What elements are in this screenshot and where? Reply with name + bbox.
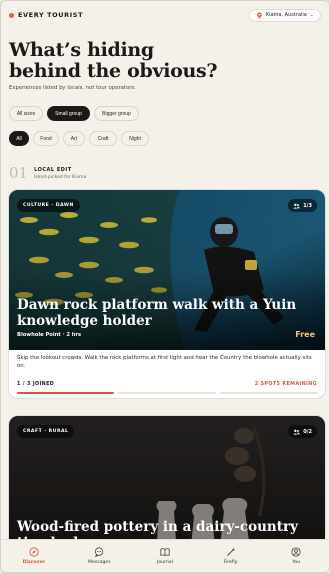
top-bar: EVERY TOURIST Kiama, Australia ⌄ [9,8,321,22]
nav-you[interactable]: You [271,547,321,565]
experience-card[interactable]: CRAFT · RURAL 0/2 Wood-fired pottery in … [8,415,326,555]
booking-status: 1 / 3 JOINED 2 SPOTS REMAINING [17,382,317,387]
wand-icon [226,547,235,556]
chevron-down-icon: ⌄ [309,12,314,18]
chat-icon [95,547,104,557]
spots-remaining: 2 SPOTS REMAINING [254,382,317,387]
brand-dot-icon [9,12,14,18]
headline-line-2: behind the obvious? [9,59,218,82]
section-subtitle: Hand-picked for Kiama [34,174,87,180]
location-selector[interactable]: Kiama, Australia ⌄ [248,8,321,22]
category-filter: All Food Art Craft Night [9,131,149,146]
section-text: LOCAL EDIT Hand-picked for Kiama [34,167,86,180]
category-tag: CULTURE · DAWN [17,199,80,212]
nav-journal[interactable]: Journal [140,547,190,565]
group-count-value: 0/2 [303,428,312,435]
bottom-nav: Discover Messages Journal Firefly You [1,539,329,572]
nav-label: Messages [88,560,111,565]
location-label: Kiama, Australia [265,12,307,18]
filter-craft[interactable]: Craft [89,131,117,146]
filter-bigger-group[interactable]: Bigger group [94,106,139,121]
brand-name: EVERY TOURIST [18,11,84,19]
filter-night[interactable]: Night [121,131,149,146]
experience-title[interactable]: Dawn rock platform walk with a Yuin know… [17,297,307,329]
nav-firefly[interactable]: Firefly [206,547,256,565]
experience-card[interactable]: CULTURE · DAWN 1/3 Dawn rock platform wa… [8,189,326,399]
section-number: 01 [9,164,29,182]
nav-messages[interactable]: Messages [74,547,124,565]
page-subhead: Experiences listed by locals, not tour o… [9,85,136,91]
location-pin-icon [257,11,262,19]
book-icon [160,548,170,556]
progress-segment [17,392,115,394]
nav-discover[interactable]: Discover [9,547,59,565]
nav-label: Journal [157,560,173,565]
nav-label: Discover [22,560,45,565]
group-count-badge: 1/3 [288,199,317,212]
experience-meta: Blowhole Point · 2 hrs [17,332,82,338]
filter-small-group[interactable]: Small group [47,106,90,121]
brand[interactable]: EVERY TOURIST [9,11,83,19]
people-icon [293,203,300,209]
nav-label: You [292,560,301,565]
group-count-value: 1/3 [303,202,312,209]
experience-price: Free [295,330,315,339]
compass-icon [29,547,39,557]
experience-description: Skip the lookout crowds. Walk the rock p… [17,355,312,370]
category-tag: CRAFT · RURAL [17,425,75,438]
section-title: LOCAL EDIT [34,166,72,173]
app-frame: EVERY TOURIST Kiama, Australia ⌄ What’s … [0,0,330,573]
page-headline: What’s hiding behind the obvious? [9,40,229,81]
filter-food[interactable]: Food [33,131,59,146]
nav-label: Firefly [223,560,238,565]
join-progress-bar [17,392,317,394]
filter-all-sizes[interactable]: All sizes [9,106,43,121]
group-size-filter: All sizes Small group Bigger group [9,106,139,121]
progress-segment [219,392,317,394]
group-count-badge: 0/2 [288,425,317,438]
headline-line-1: What’s hiding [9,39,154,61]
filter-all[interactable]: All [9,131,29,146]
user-icon [291,547,301,557]
joined-count: 1 / 3 JOINED [17,382,55,387]
filter-art[interactable]: Art [63,131,85,146]
progress-segment [118,392,216,394]
people-icon [293,429,300,435]
section-header: 01 LOCAL EDIT Hand-picked for Kiama [9,164,86,182]
